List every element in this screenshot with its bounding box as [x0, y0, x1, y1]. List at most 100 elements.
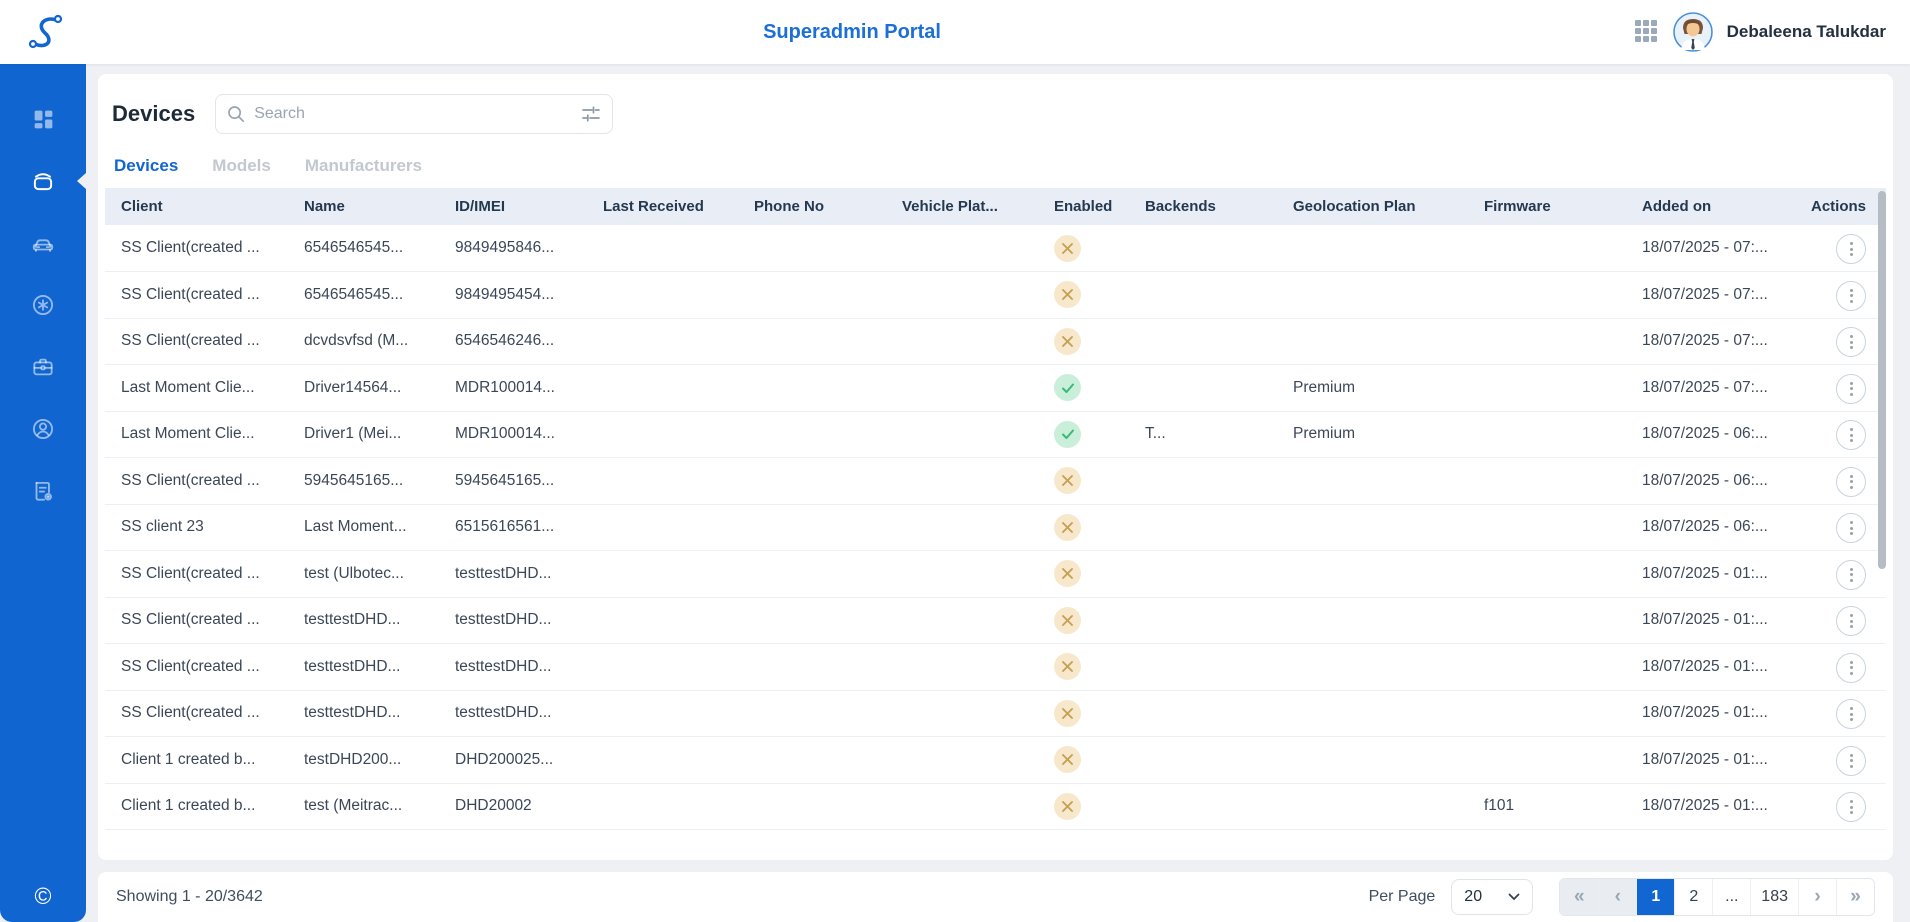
- filter-sliders-icon: [580, 103, 602, 125]
- cell-firmware: [1476, 272, 1634, 319]
- row-actions-kebab-button[interactable]: [1836, 374, 1866, 404]
- page-button-1[interactable]: 1: [1636, 879, 1674, 915]
- row-actions-kebab-button[interactable]: [1836, 327, 1866, 357]
- row-actions-kebab-button[interactable]: [1836, 513, 1866, 543]
- cell-id-imei: testtestDHD...: [447, 644, 595, 691]
- cell-actions: [1798, 597, 1886, 644]
- cell-last-received: [595, 318, 746, 365]
- row-actions-kebab-button[interactable]: [1836, 606, 1866, 636]
- row-actions-kebab-button[interactable]: [1836, 560, 1866, 590]
- cell-geolocation-plan: [1285, 783, 1476, 830]
- sidebar-item-accounts[interactable]: [0, 398, 86, 460]
- table-row[interactable]: Client 1 created b...testDHD200...DHD200…: [105, 737, 1886, 784]
- active-item-arrow: [77, 173, 86, 189]
- cell-added-on: 18/07/2025 - 01:...: [1634, 690, 1798, 737]
- avatar[interactable]: [1673, 12, 1713, 52]
- cell-enabled: [1046, 504, 1137, 551]
- page-title: Devices: [112, 101, 195, 127]
- cell-client: SS Client(created ...: [105, 551, 296, 598]
- row-actions-kebab-button[interactable]: [1836, 234, 1866, 264]
- app-logo[interactable]: [22, 8, 70, 56]
- cell-id-imei: 5945645165...: [447, 458, 595, 505]
- row-actions-kebab-button[interactable]: [1836, 467, 1866, 497]
- disabled-cross-icon: [1054, 793, 1081, 820]
- vertical-scrollbar[interactable]: [1878, 191, 1886, 569]
- cell-firmware: [1476, 365, 1634, 412]
- tab-manufacturers[interactable]: Manufacturers: [305, 156, 422, 176]
- next-page-button[interactable]: ›: [1798, 879, 1836, 915]
- cell-client: Client 1 created b...: [105, 737, 296, 784]
- cell-name: Last Moment...: [296, 504, 447, 551]
- sidebar-item-features[interactable]: [0, 274, 86, 336]
- table-row[interactable]: SS Client(created ...test (Ulbotec...tes…: [105, 551, 1886, 598]
- column-header: Actions: [1798, 188, 1886, 225]
- cell-client: SS Client(created ...: [105, 644, 296, 691]
- first-page-button[interactable]: «: [1560, 879, 1598, 915]
- sidebar-item-devices[interactable]: [0, 150, 86, 212]
- row-actions-kebab-button[interactable]: [1836, 653, 1866, 683]
- row-actions-kebab-button[interactable]: [1836, 746, 1866, 776]
- tab-devices[interactable]: Devices: [114, 156, 178, 176]
- apps-grid-icon[interactable]: [1635, 20, 1659, 44]
- filter-button[interactable]: [580, 103, 602, 125]
- search-icon: [226, 104, 246, 124]
- cell-vehicle-plate: [894, 272, 1046, 319]
- cell-enabled: [1046, 783, 1137, 830]
- disabled-cross-icon: [1054, 746, 1081, 773]
- cell-geolocation-plan: Premium: [1285, 411, 1476, 458]
- cell-phone-no: [746, 411, 894, 458]
- tabs: Devices Models Manufacturers: [98, 142, 1893, 188]
- asterisk-circle-icon: [30, 292, 56, 318]
- row-actions-kebab-button[interactable]: [1836, 792, 1866, 822]
- sidebar-item-reports[interactable]: [0, 460, 86, 522]
- cell-geolocation-plan: [1285, 272, 1476, 319]
- prev-page-button[interactable]: ‹: [1598, 879, 1636, 915]
- page-ellipsis[interactable]: ...: [1712, 879, 1750, 915]
- sidebar-item-vehicles[interactable]: [0, 212, 86, 274]
- cell-name: testtestDHD...: [296, 644, 447, 691]
- sidebar-item-dashboard[interactable]: [0, 88, 86, 150]
- per-page-select[interactable]: 20: [1451, 879, 1533, 915]
- cell-firmware: [1476, 504, 1634, 551]
- table-row[interactable]: SS Client(created ...testtestDHD...testt…: [105, 690, 1886, 737]
- cell-added-on: 18/07/2025 - 01:...: [1634, 737, 1798, 784]
- page-button-2[interactable]: 2: [1674, 879, 1712, 915]
- cell-id-imei: testtestDHD...: [447, 690, 595, 737]
- cell-enabled: [1046, 225, 1137, 272]
- cell-enabled: [1046, 597, 1137, 644]
- table-row[interactable]: Last Moment Clie...Driver1 (Mei...MDR100…: [105, 411, 1886, 458]
- disabled-cross-icon: [1054, 560, 1081, 587]
- row-actions-kebab-button[interactable]: [1836, 281, 1866, 311]
- sidebar-item-toolbox[interactable]: [0, 336, 86, 398]
- cell-phone-no: [746, 783, 894, 830]
- table-row[interactable]: SS Client(created ...5945645165...594564…: [105, 458, 1886, 505]
- table-row[interactable]: SS Client(created ...6546546545...984949…: [105, 225, 1886, 272]
- toolbox-icon: [30, 354, 56, 380]
- table-row[interactable]: SS Client(created ...testtestDHD...testt…: [105, 644, 1886, 691]
- cell-enabled: [1046, 690, 1137, 737]
- user-name[interactable]: Debaleena Talukdar: [1727, 22, 1886, 42]
- cell-backends: [1137, 272, 1285, 319]
- car-icon: [30, 230, 56, 256]
- cell-client: Client 1 created b...: [105, 783, 296, 830]
- table-row[interactable]: SS Client(created ...testtestDHD...testt…: [105, 597, 1886, 644]
- last-page-button[interactable]: »: [1836, 879, 1874, 915]
- table-row[interactable]: Last Moment Clie...Driver14564...MDR1000…: [105, 365, 1886, 412]
- table-row[interactable]: SS client 23Last Moment...6515616561...1…: [105, 504, 1886, 551]
- table-row[interactable]: Client 1 created b...test (Meitrac...DHD…: [105, 783, 1886, 830]
- cell-vehicle-plate: [894, 225, 1046, 272]
- row-actions-kebab-button[interactable]: [1836, 420, 1866, 450]
- table-row[interactable]: SS Client(created ...dcvdsvfsd (M...6546…: [105, 318, 1886, 365]
- row-actions-kebab-button[interactable]: [1836, 699, 1866, 729]
- cell-name: test (Meitrac...: [296, 783, 447, 830]
- cell-vehicle-plate: [894, 737, 1046, 784]
- column-header: Phone No: [746, 188, 894, 225]
- page-button-183[interactable]: 183: [1750, 879, 1798, 915]
- cell-last-received: [595, 458, 746, 505]
- cell-last-received: [595, 551, 746, 598]
- search-input[interactable]: [254, 105, 572, 123]
- tab-models[interactable]: Models: [212, 156, 271, 176]
- per-page-label: Per Page: [1369, 888, 1436, 906]
- table-row[interactable]: SS Client(created ...6546546545...984949…: [105, 272, 1886, 319]
- disabled-cross-icon: [1054, 607, 1081, 634]
